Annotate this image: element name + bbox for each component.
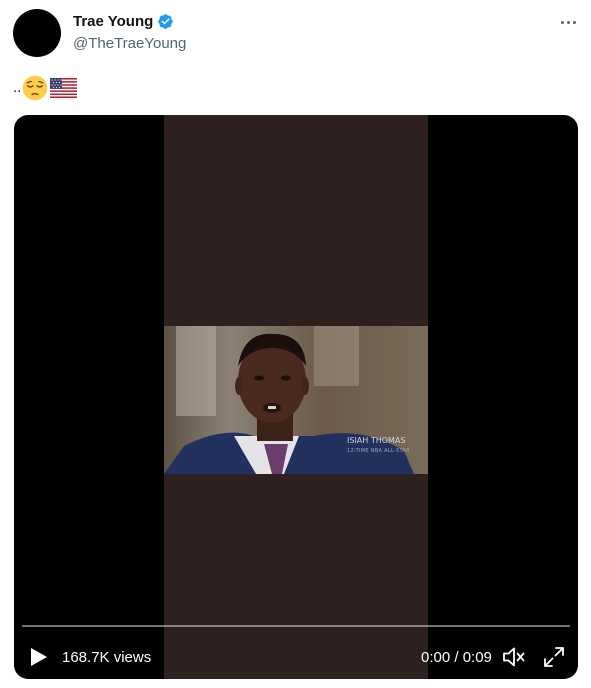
fullscreen-icon[interactable] bbox=[542, 645, 566, 669]
caption-subtitle: 12-TIME NBA ALL-STAR bbox=[347, 448, 410, 454]
author-display-name[interactable]: Trae Young bbox=[73, 13, 153, 30]
author-avatar[interactable] bbox=[13, 9, 61, 57]
verified-badge-icon bbox=[158, 14, 174, 29]
more-options-button[interactable] bbox=[558, 12, 578, 32]
author-name-row: Trae Young bbox=[73, 13, 174, 30]
video-player[interactable]: ISIAH THOMAS 12-TIME NBA ALL-STAR 168.7K… bbox=[14, 115, 578, 679]
author-handle[interactable]: @TheTraeYoung bbox=[73, 35, 186, 52]
tweet-text-prefix: .. bbox=[13, 79, 22, 96]
more-horizontal-icon bbox=[560, 20, 564, 24]
video-still-frame: ISIAH THOMAS 12-TIME NBA ALL-STAR bbox=[164, 326, 428, 474]
us-flag-emoji-icon bbox=[50, 78, 78, 98]
lower-third-caption: ISIAH THOMAS 12-TIME NBA ALL-STAR bbox=[347, 436, 410, 456]
caption-name: ISIAH THOMAS bbox=[347, 436, 406, 445]
video-progress-bar[interactable] bbox=[22, 625, 570, 627]
pensive-face-emoji-icon bbox=[23, 75, 48, 101]
volume-muted-icon[interactable] bbox=[502, 646, 526, 668]
play-icon[interactable] bbox=[30, 647, 48, 667]
tweet-text: .. bbox=[13, 75, 78, 101]
view-count: 168.7K views bbox=[62, 649, 152, 666]
video-time: 0:00 / 0:09 bbox=[421, 649, 492, 666]
